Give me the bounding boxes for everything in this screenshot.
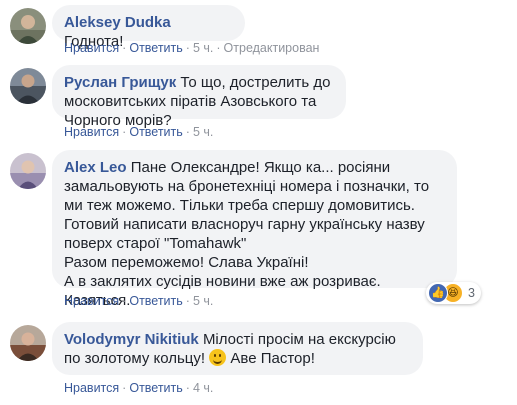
reply-button[interactable]: Ответить — [129, 294, 182, 308]
comment-timestamp[interactable]: 5 ч. — [193, 125, 213, 139]
like-button[interactable]: Нравится — [64, 294, 119, 308]
comment-text-line: Разом переможемо! Слава Україні! — [64, 254, 309, 271]
comment-bubble: Руслан Грищук То що, дострелить до моско… — [52, 65, 346, 129]
avatar[interactable] — [10, 68, 46, 104]
edited-label[interactable]: Отредактирован — [224, 41, 320, 55]
comment-author[interactable]: Volodymyr Nikitiuk — [64, 331, 199, 348]
comment-actions: Нравится · Ответить · 5 ч. — [64, 294, 214, 308]
comment-author[interactable]: Aleksey Dudka — [64, 14, 171, 31]
avatar[interactable] — [10, 325, 46, 361]
like-button[interactable]: Нравится — [64, 41, 119, 55]
like-button[interactable]: Нравится — [64, 125, 119, 139]
reply-button[interactable]: Ответить — [129, 125, 182, 139]
comment-actions: Нравится · Ответить · 5 ч. — [64, 125, 214, 139]
comment-timestamp[interactable]: 4 ч. — [193, 381, 213, 395]
reply-button[interactable]: Ответить — [129, 41, 182, 55]
avatar[interactable] — [10, 153, 46, 189]
reply-button[interactable]: Ответить — [129, 381, 182, 395]
avatar[interactable] — [10, 8, 46, 44]
comment-bubble: Alex Leo Пане Олександре! Якщо ка... рос… — [52, 150, 457, 309]
comment-actions: Нравится · Ответить · 4 ч. — [64, 381, 214, 395]
like-icon: 👍 — [428, 283, 448, 303]
comment-timestamp[interactable]: 5 ч. — [193, 294, 213, 308]
comment-actions: Нравится · Ответить · 5 ч. · Отредактирован — [64, 41, 320, 55]
smile-emoji-icon — [209, 349, 227, 366]
comment-author[interactable]: Руслан Грищук — [64, 74, 176, 91]
reactions-summary[interactable]: 👍 😆 3 — [426, 282, 481, 304]
like-button[interactable]: Нравится — [64, 381, 119, 395]
comment-text: Аве Пастор! — [230, 350, 315, 367]
comment-bubble: Aleksey Dudka Годнота! — [52, 5, 245, 50]
comment-timestamp[interactable]: 5 ч. — [193, 41, 213, 55]
comment-author[interactable]: Alex Leo — [64, 159, 127, 176]
comment-bubble: Volodymyr Nikitiuk Мілості просім на екс… — [52, 322, 423, 375]
reaction-count: 3 — [468, 286, 475, 300]
